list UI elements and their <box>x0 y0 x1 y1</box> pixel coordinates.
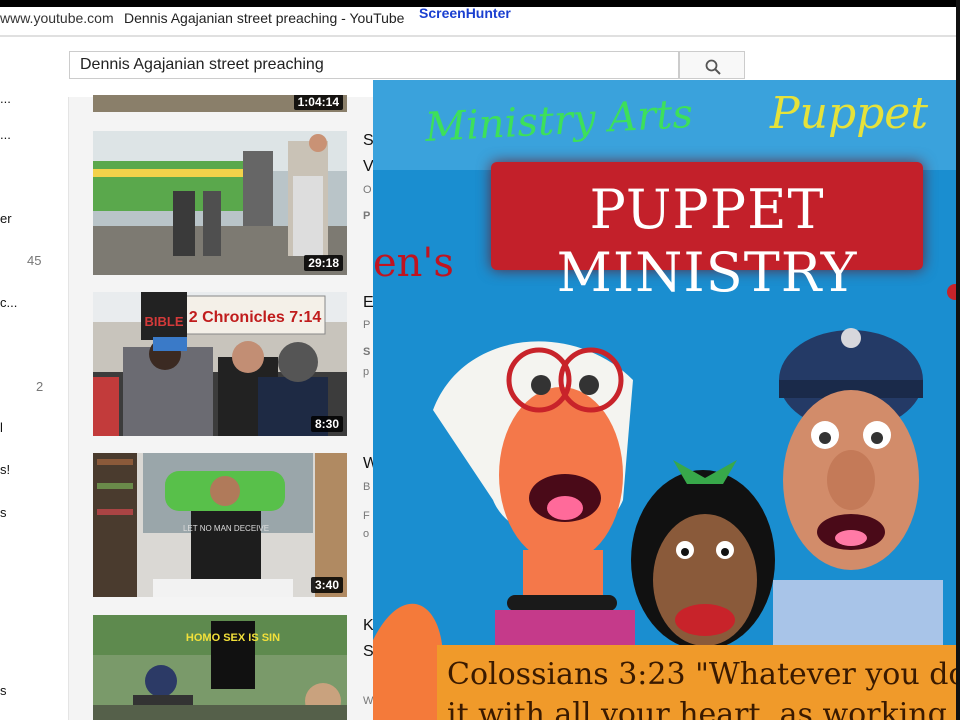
tab-title[interactable]: Dennis Agajanian street preaching - YouT… <box>124 10 404 26</box>
banner-text: PUPPET MINISTRY <box>556 178 858 304</box>
video-thumbnail[interactable]: 29:18 <box>93 131 347 275</box>
shirt-text: LET NO MAN DECEIVE <box>183 524 269 533</box>
verse-caption: Colossians 3:23 "Whatever you do, work i… <box>437 645 956 720</box>
sidebar-item[interactable]: ... <box>0 91 11 106</box>
sidebar-item[interactable]: s <box>0 505 7 520</box>
search-results: 1:04:14 29:18 S V O P 2 Chronicles 7:14 <box>69 95 378 720</box>
video-thumbnail[interactable]: LET NO MAN DECEIVE 3:40 <box>93 453 347 597</box>
sidebar: ... ... er 45 c... 2 l s! s s <box>0 91 69 720</box>
video-meta: p <box>363 366 370 378</box>
thumbnail-image: HOMO SEX IS SIN <box>93 615 347 720</box>
video-player-overlay[interactable]: Ministry Arts Puppet en's PUPPET MINISTR… <box>373 80 956 720</box>
video-meta: B <box>363 481 371 493</box>
sidebar-item[interactable]: ... <box>0 127 11 142</box>
url-text[interactable]: www.youtube.com <box>0 10 114 26</box>
video-thumbnail[interactable]: HOMO SEX IS SIN <box>93 615 347 720</box>
verse-line-1: Colossians 3:23 "Whatever you do, work <box>447 657 956 692</box>
video-duration: 1:04:14 <box>293 95 343 110</box>
search-button[interactable] <box>679 51 745 79</box>
search-input[interactable] <box>70 52 680 78</box>
sidebar-item[interactable]: l <box>0 420 3 435</box>
video-duration: 8:30 <box>310 416 343 432</box>
video-meta: P <box>363 210 371 222</box>
sidebar-item[interactable]: er <box>0 211 12 226</box>
search-icon <box>705 59 721 75</box>
capture-tool-label: ScreenHunter <box>419 5 511 21</box>
video-meta: S <box>363 346 371 358</box>
browser-address-bar: www.youtube.com Dennis Agajanian street … <box>0 5 960 35</box>
video-duration: 29:18 <box>304 255 343 271</box>
sign-text: BIBLE <box>145 314 184 329</box>
thumbnail-image: LET NO MAN DECEIVE <box>93 453 347 597</box>
video-meta: F <box>363 510 370 522</box>
search-box[interactable] <box>69 51 680 79</box>
video-thumbnail[interactable]: 2 Chronicles 7:14 BIBLE 8:30 <box>93 292 347 436</box>
sidebar-count: 45 <box>27 253 42 268</box>
video-thumbnail[interactable]: 1:04:14 <box>93 95 347 112</box>
video-meta: O <box>363 184 372 196</box>
sign-text: 2 Chronicles 7:14 <box>189 309 322 326</box>
thumbnail-image <box>93 131 347 275</box>
sidebar-count: 2 <box>36 379 44 394</box>
video-meta: W <box>363 695 374 707</box>
video-meta: P <box>363 319 371 331</box>
title-banner: PUPPET MINISTRY <box>491 162 923 304</box>
overlay-title-right: Puppet <box>770 88 928 139</box>
sidebar-item[interactable]: s <box>0 683 7 698</box>
verse-line-2: it with all your heart, as working for t… <box>447 697 956 720</box>
overlay-side-text: en's <box>373 240 454 286</box>
sidebar-item[interactable]: c... <box>0 295 17 310</box>
sidebar-item[interactable]: s! <box>0 462 10 477</box>
video-duration: 3:40 <box>310 577 343 593</box>
sign-text: HOMO SEX IS SIN <box>186 632 280 644</box>
thumbnail-image: 2 Chronicles 7:14 BIBLE <box>93 292 347 436</box>
video-meta: o <box>363 528 370 540</box>
screen-edge <box>956 0 960 720</box>
